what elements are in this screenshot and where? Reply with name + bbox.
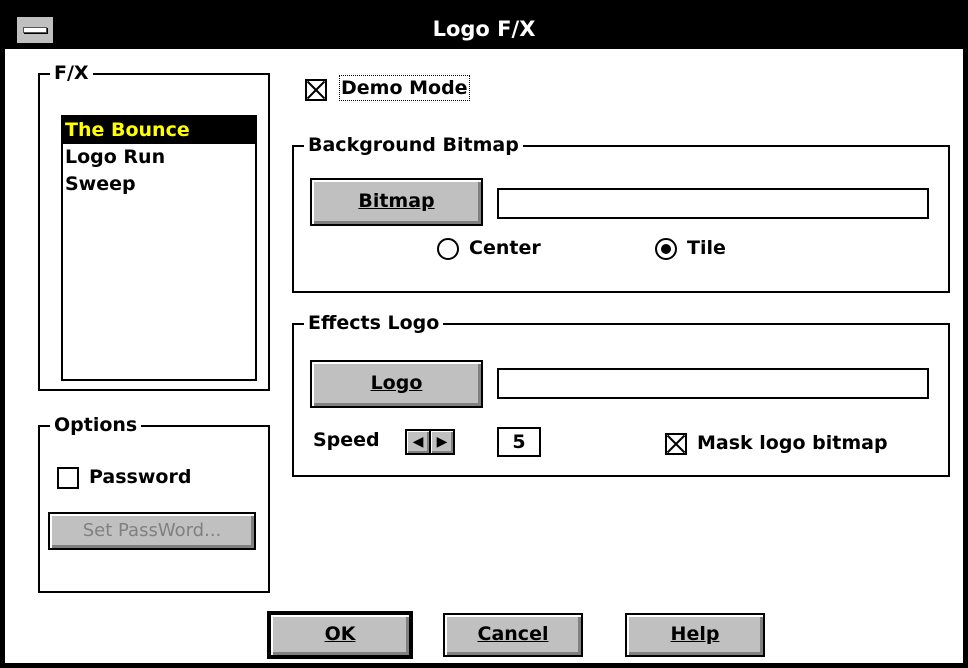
ok-button-label: OK <box>324 623 356 645</box>
effects-logo-group-label: Effects Logo <box>304 312 444 334</box>
ok-button[interactable]: OK <box>267 611 413 659</box>
tile-label[interactable]: Tile <box>687 237 726 259</box>
mask-logo-label[interactable]: Mask logo bitmap <box>697 432 888 454</box>
center-label[interactable]: Center <box>469 237 541 259</box>
background-bitmap-group-label: Background Bitmap <box>304 134 523 156</box>
fx-listbox[interactable]: The Bounce Logo Run Sweep <box>61 115 257 381</box>
center-radio[interactable] <box>437 238 459 260</box>
bitmap-button[interactable]: Bitmap <box>310 178 483 226</box>
options-group-label: Options <box>50 414 142 436</box>
password-label[interactable]: Password <box>89 466 191 488</box>
speed-label: Speed <box>313 429 380 451</box>
cancel-button-label: Cancel <box>477 623 549 645</box>
speed-increase-button[interactable]: ▶ <box>429 429 455 455</box>
help-button[interactable]: Help <box>625 613 765 657</box>
options-group: Options <box>38 414 270 593</box>
arrow-left-icon: ◀ <box>412 434 424 450</box>
demo-mode-checkbox[interactable] <box>305 79 327 101</box>
fx-item-logo-run[interactable]: Logo Run <box>63 144 255 171</box>
title-bar: Logo F/X <box>5 5 963 49</box>
fx-group-label: F/X <box>50 62 93 84</box>
set-password-button-label: Set PassWord... <box>82 520 222 541</box>
arrow-right-icon: ▶ <box>436 434 448 450</box>
fx-item-the-bounce[interactable]: The Bounce <box>63 117 255 144</box>
cancel-button[interactable]: Cancel <box>443 613 583 657</box>
logo-button[interactable]: Logo <box>310 360 483 408</box>
logo-button-label: Logo <box>370 372 423 394</box>
bitmap-path-field[interactable] <box>497 188 929 219</box>
password-checkbox[interactable] <box>57 467 79 489</box>
speed-decrease-button[interactable]: ◀ <box>405 429 431 455</box>
tile-radio[interactable] <box>655 238 677 260</box>
demo-mode-label[interactable]: Demo Mode <box>339 75 470 101</box>
mask-logo-checkbox[interactable] <box>665 433 687 455</box>
window-title: Logo F/X <box>432 17 536 41</box>
fx-item-sweep[interactable]: Sweep <box>63 171 255 198</box>
logo-path-field[interactable] <box>497 368 929 399</box>
set-password-button[interactable]: Set PassWord... <box>48 512 256 550</box>
bitmap-button-label: Bitmap <box>358 190 435 212</box>
logo-fx-dialog: Logo F/X F/X The Bounce Logo Run Sweep D… <box>0 0 968 668</box>
speed-value[interactable]: 5 <box>497 427 541 457</box>
help-button-label: Help <box>670 623 720 645</box>
